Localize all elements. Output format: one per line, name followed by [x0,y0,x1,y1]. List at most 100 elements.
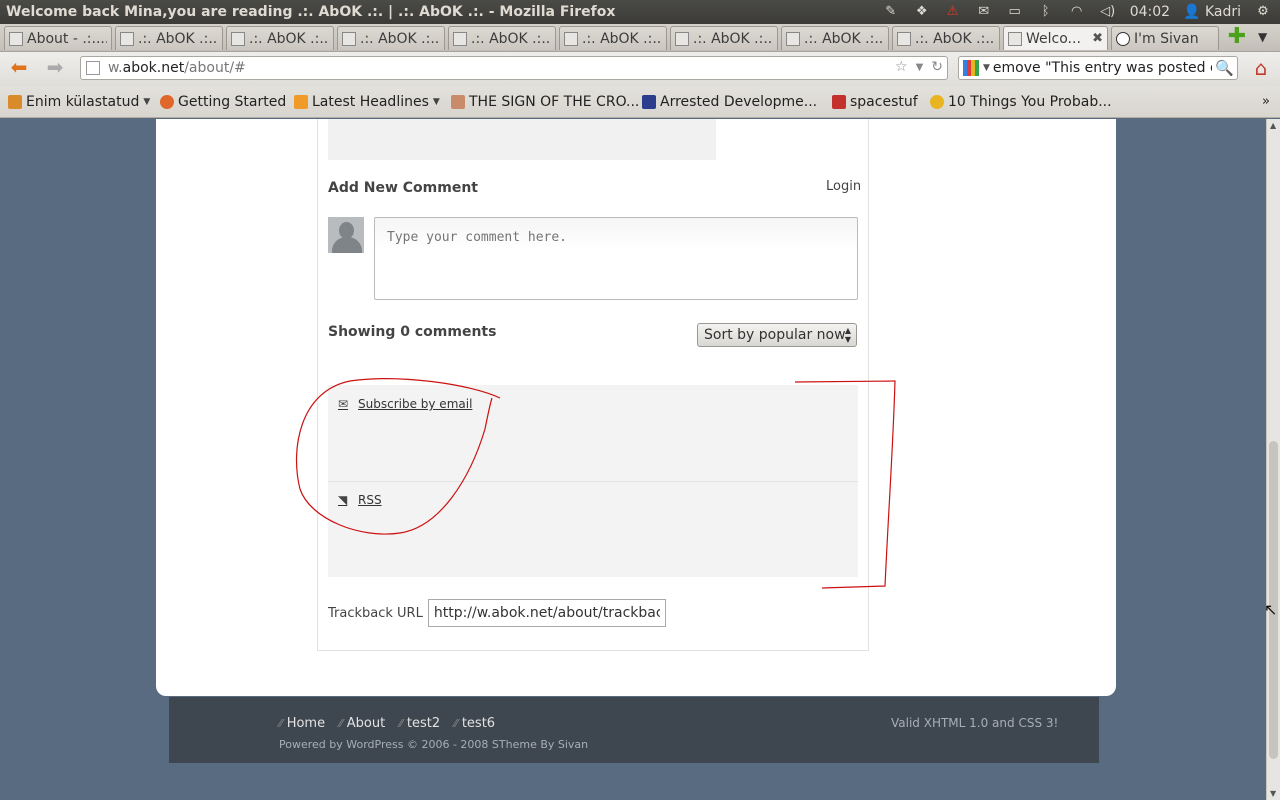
folder-icon [8,95,22,109]
trackback-label: Trackback URL [328,605,423,621]
youtube-icon [832,95,846,109]
bookmark-10-things[interactable]: 10 Things You Probab... [930,94,1112,110]
page-icon [120,31,134,46]
chevron-down-icon: ▼ [1258,30,1268,44]
tab-abok[interactable]: .:. AbOK .:... [781,26,889,50]
url-bar[interactable]: w. abok.net/about/# ☆ ▼ ↻ [80,56,948,80]
tab-abok[interactable]: .:. AbOK .:... [892,26,1000,50]
dropbox-icon[interactable]: ❖ [913,5,931,19]
tab-abok[interactable]: .:. AbOK .:... [448,26,556,50]
subscribe-by-email-link[interactable]: ✉ Subscribe by email [338,397,472,411]
page-icon [564,31,578,46]
url-bar-actions: ☆ ▼ ↻ [895,59,943,77]
url-domain: abok.net [122,60,185,76]
site-footer: ⁄⁄ Home ⁄⁄ About ⁄⁄ test2 ⁄⁄ test6 Powered b… [169,697,1099,763]
login-link[interactable]: Login [826,179,861,194]
comment-count: Showing 0 comments [328,324,497,340]
tab-abok[interactable]: .:. AbOK .:... [559,26,667,50]
select-arrows-icon: ▲ ▼ [844,326,851,344]
gear-icon[interactable]: ⚙ [1254,5,1272,19]
powered-by-text: Powered by WordPress © 2006 - 2008 SThem… [279,738,589,751]
page-icon [231,31,245,46]
user-menu[interactable]: 👤 Kadri [1183,4,1241,20]
search-input[interactable]: emove "This entry was posted on" [993,60,1212,76]
chevron-down-icon: ▼ [432,97,440,107]
bookmark-latest-headlines[interactable]: Latest Headlines ▼ [294,94,440,110]
back-button[interactable]: ⬅ [6,56,32,78]
rss-feed-icon [294,95,308,109]
tab-abok[interactable]: .:. AbOK .:... [115,26,223,50]
footer-link-home[interactable]: ⁄⁄ Home [279,716,325,731]
valid-xhtml-link[interactable]: Valid XHTML 1.0 and CSS 3! [891,716,1058,730]
bookmark-sign-of-the-cross[interactable]: THE SIGN OF THE CRO... [451,94,639,110]
forward-arrow-icon: ➡ [46,55,64,79]
mail-icon[interactable]: ✉ [975,5,993,19]
slash-icon: ⁄⁄ [454,717,458,730]
trackback-url-field[interactable] [427,599,666,627]
footer-link-about[interactable]: ⁄⁄ About [339,716,385,731]
reload-icon[interactable]: ↻ [931,59,943,77]
site-icon [451,95,465,109]
rss-icon: ◥ [338,493,348,507]
page-icon [1008,31,1022,46]
chevron-down-icon: ▼ [143,97,151,107]
tab-abok[interactable]: .:. AbOK .:... [337,26,445,50]
tab-welcome-active[interactable]: Welco... ✖ [1003,26,1108,50]
page-icon [897,31,911,46]
page-icon [675,31,689,46]
divider [328,481,858,482]
footer-link-test6[interactable]: ⁄⁄ test6 [454,716,495,731]
scroll-down-icon[interactable]: ▼ [1270,789,1276,798]
clock[interactable]: 04:02 [1130,4,1170,20]
trackback-row: Trackback URL [328,599,666,627]
page-icon [9,31,23,46]
bookmark-spacestuf[interactable]: spacestuf [832,94,918,110]
page-icon [786,31,800,46]
volume-icon[interactable]: ◁) [1099,5,1117,19]
avatar-body [332,237,362,253]
sort-select-value: Sort by popular now [704,327,846,343]
user-name: Kadri [1204,4,1241,20]
bookmark-getting-started[interactable]: Getting Started [160,94,286,110]
history-dropdown-icon[interactable]: ▼ [916,59,924,77]
user-icon: 👤 [1183,4,1201,20]
chevron-down-icon[interactable]: ▼ [983,63,990,73]
comment-input[interactable] [374,217,858,300]
search-engine-icon[interactable] [963,60,979,76]
slash-icon: ⁄⁄ [339,717,343,730]
battery-icon[interactable]: ▭ [1006,5,1024,19]
search-bar[interactable]: ▼ emove "This entry was posted on" 🔍 [958,56,1238,80]
tab-im-sivan[interactable]: I'm Sivan [1111,26,1219,50]
new-tab-button[interactable]: ✚ [1222,26,1252,48]
bookmarks-overflow-chevron[interactable]: » [1262,94,1270,109]
rss-link[interactable]: ◥ RSS [338,493,382,507]
window-title: Welcome back Mina,you are reading .:. Ab… [6,4,616,20]
add-comment-heading: Add New Comment [328,180,478,196]
bluetooth-icon[interactable]: ᛒ [1037,5,1055,19]
bookmark-star-icon[interactable]: ☆ [895,59,908,77]
page-viewport: Add New Comment Login Showing 0 comments… [0,119,1266,800]
bookmark-arrested-development[interactable]: Arrested Developme... [642,94,817,110]
close-tab-icon[interactable]: ✖ [1092,31,1103,46]
warning-icon[interactable]: ⚠ [944,5,962,19]
wifi-icon[interactable]: ◠ [1068,5,1086,19]
tab-abok[interactable]: .:. AbOK .:... [670,26,778,50]
scroll-up-icon[interactable]: ▲ [1270,121,1276,130]
tab-about[interactable]: About - .:.... [4,26,112,50]
forward-button[interactable]: ➡ [42,56,68,78]
tab-abok[interactable]: .:. AbOK .:... [226,26,334,50]
sort-select[interactable]: Sort by popular now ▲ ▼ [697,323,857,347]
url-prefix: w. [108,60,123,76]
footer-nav: ⁄⁄ Home ⁄⁄ About ⁄⁄ test2 ⁄⁄ test6 [279,716,495,731]
site-identity-icon[interactable] [86,61,100,75]
notes-icon[interactable]: ✎ [882,5,900,19]
vertical-scrollbar[interactable]: ▲ ▼ [1266,119,1280,800]
previous-content-box [328,119,716,160]
home-button[interactable]: ⌂ [1248,56,1274,80]
bookmark-most-visited[interactable]: Enim külastatud ▼ [8,94,150,110]
firefox-icon [160,95,174,109]
footer-link-test2[interactable]: ⁄⁄ test2 [399,716,440,731]
slash-icon: ⁄⁄ [399,717,403,730]
tab-list-dropdown[interactable]: ▼ [1258,30,1267,44]
search-icon[interactable]: 🔍 [1212,59,1237,77]
